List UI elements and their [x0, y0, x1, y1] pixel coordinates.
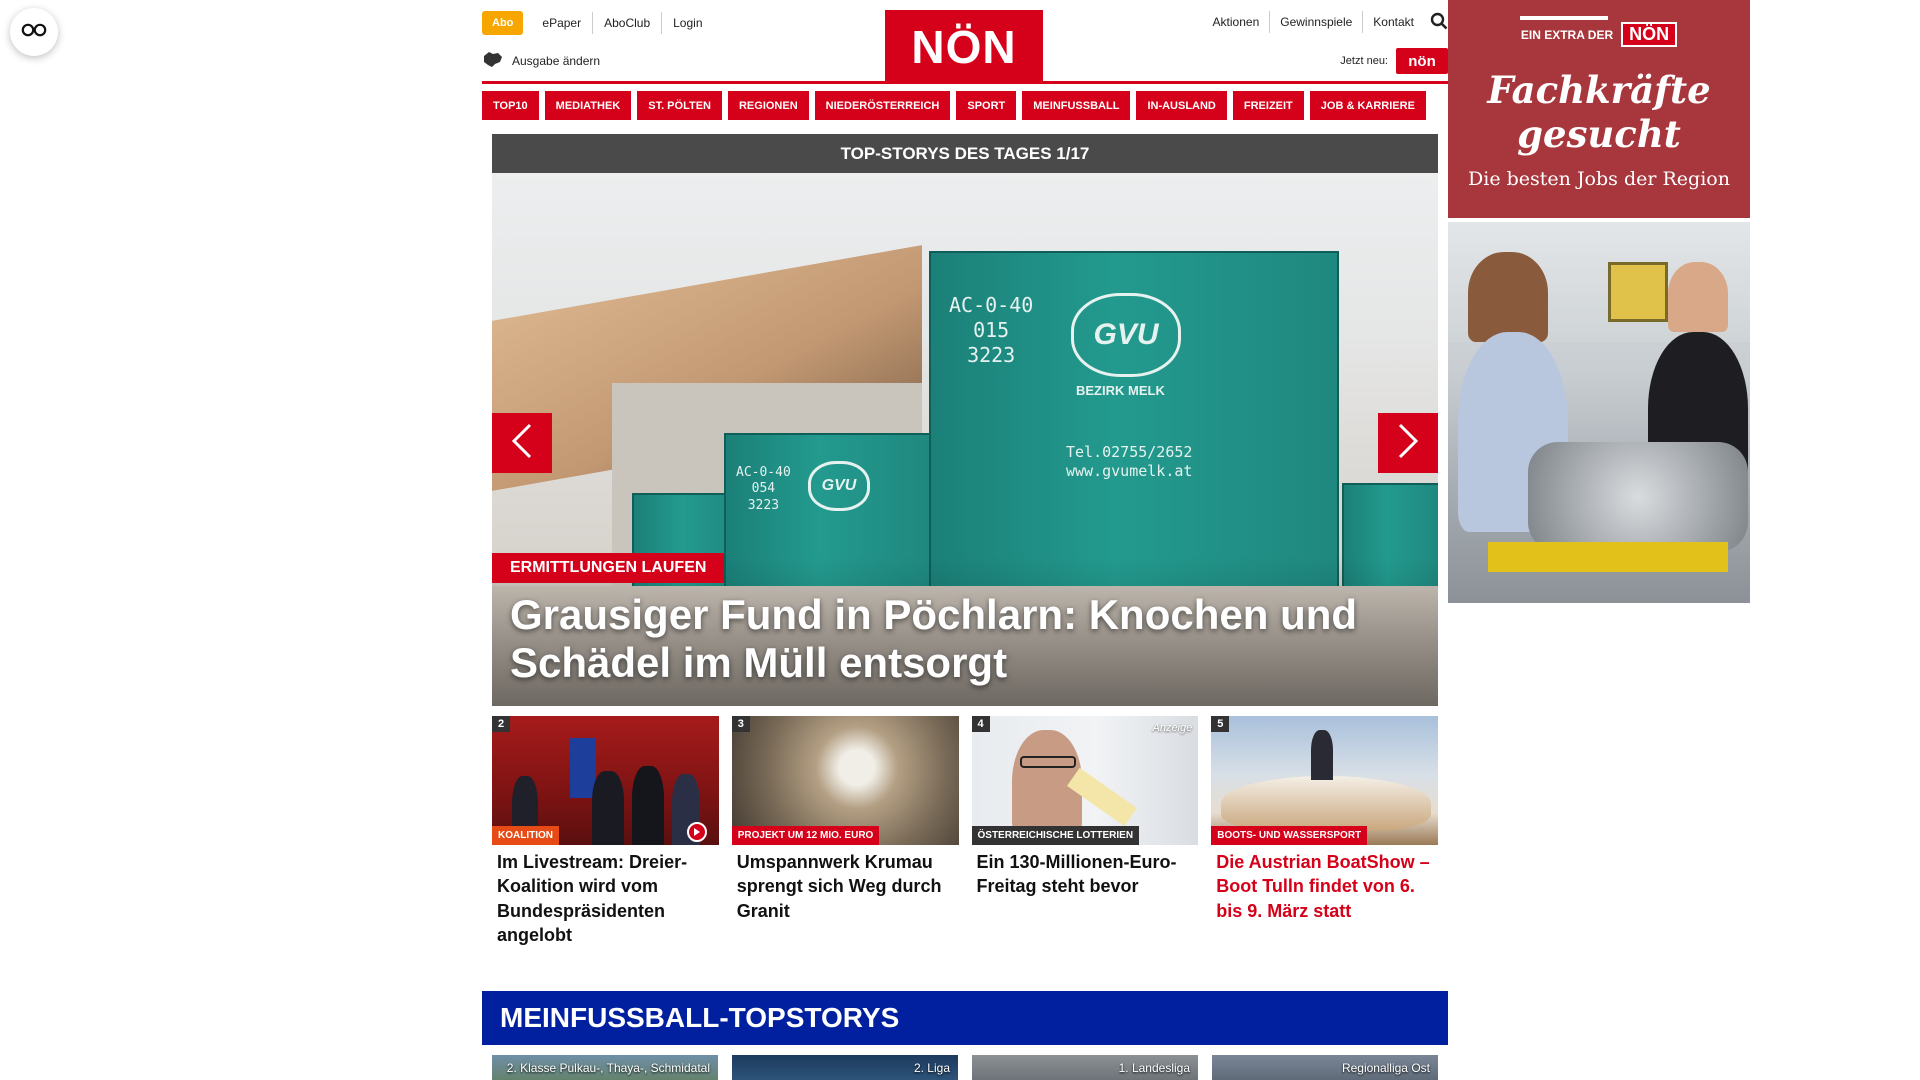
teaser-title[interactable]: Ein 130-Millionen-Euro-Freitag steht bev… [972, 845, 1199, 899]
aktionen-link[interactable]: Aktionen [1203, 11, 1271, 33]
teaser-image[interactable]: 2 KOALITION [492, 716, 719, 845]
person-silhouette [592, 771, 624, 845]
chevron-left-icon [511, 423, 533, 464]
teaser-card[interactable]: 3 PROJEKT UM 12 MIO. EURO Umspannwerk Kr… [731, 716, 959, 947]
boat-shape [1221, 776, 1432, 831]
chevron-right-icon [1397, 423, 1419, 464]
map-icon [482, 50, 504, 71]
teaser-image[interactable]: 3 PROJEKT UM 12 MIO. EURO [731, 716, 959, 845]
nav-st-poelten[interactable]: ST. PÖLTEN [637, 91, 722, 120]
hero-container-mid-logo: GVU [808, 461, 870, 511]
job-advertisement[interactable]: EIN EXTRA DER NÖN Fachkräfte gesucht Die… [1448, 0, 1750, 603]
teaser-number: 5 [1211, 716, 1230, 732]
hero-kicker[interactable]: ERMITTLUNGEN LAUFEN [492, 553, 725, 583]
hero-container-logo: GVU [1071, 293, 1181, 377]
meinfussball-item[interactable]: Regionalliga Ost [1212, 1055, 1438, 1080]
meinfussball-league: 2. Klasse Pulkau-, Thaya-, Schmidatal [506, 1061, 710, 1076]
teaser-tag: BOOTS- UND WASSERSPORT [1211, 826, 1368, 845]
slider-prev-button[interactable] [492, 413, 552, 473]
ad-label: Anzeige [1152, 722, 1193, 734]
slider-heading: TOP-STORYS DES TAGES 1/17 [492, 134, 1438, 173]
teaser-image[interactable]: 4 Anzeige ÖSTERREICHISCHE LOTTERIEN [971, 716, 1199, 845]
teaser-image[interactable]: 5 BOOTS- UND WASSERSPORT [1211, 716, 1438, 845]
nav-top10[interactable]: TOP10 [482, 91, 539, 120]
glasses-shape [1019, 756, 1076, 768]
play-icon[interactable] [686, 822, 707, 842]
nav-mediathek[interactable]: MEDIATHEK [544, 91, 632, 120]
meinfussball-league: 2. Liga [913, 1061, 950, 1076]
slider-next-button[interactable] [1378, 413, 1438, 473]
person-silhouette [1311, 730, 1334, 780]
site-header: Abo ePaper AboClub Login Ausgabe ändern … [482, 0, 1448, 84]
abo-button[interactable]: Abo [482, 11, 524, 35]
epaper-link[interactable]: ePaper [531, 12, 594, 34]
reader-mode-button[interactable] [10, 8, 58, 56]
hero-container-contact: Tel.02755/2652 www.gvumelk.at [1066, 443, 1193, 480]
jetzt-neu-label: Jetzt neu: [1340, 55, 1388, 67]
teaser-number: 4 [971, 716, 990, 732]
teaser-title[interactable]: Die Austrian BoatShow – Boot Tulln finde… [1211, 845, 1438, 923]
person-silhouette [1668, 262, 1728, 332]
edition-label: Ausgabe ändern [512, 53, 601, 68]
meinfussball-league: 1. Landesliga [1118, 1061, 1190, 1076]
machine-shape [1608, 262, 1668, 322]
teaser-card[interactable]: 4 Anzeige ÖSTERREICHISCHE LOTTERIEN Ein … [971, 716, 1199, 947]
ad-headline: Fachkräfte gesucht [1487, 68, 1711, 157]
aboclub-link[interactable]: AboClub [593, 12, 663, 34]
main-navigation: TOP10 MEDIATHEK ST. PÖLTEN REGIONEN NIED… [482, 91, 1448, 120]
teaser-tag: KOALITION [492, 826, 559, 845]
main-column: Abo ePaper AboClub Login Ausgabe ändern … [482, 0, 1448, 1080]
teaser-tag: ÖSTERREICHISCHE LOTTERIEN [971, 826, 1140, 845]
teaser-cards: 2 KOALITION Im Livestream: Dreier-Koalit… [492, 716, 1438, 947]
right-links: Aktionen Gewinnspiele Kontakt [1203, 11, 1448, 33]
teaser-number: 2 [492, 716, 511, 732]
hero-title[interactable]: Grausiger Fund in Pöchlarn: Knochen und … [510, 591, 1408, 688]
meinfussball-item[interactable]: 2. Liga [732, 1055, 958, 1080]
teaser-tag: PROJEKT UM 12 MIO. EURO [731, 826, 880, 845]
meinfussball-league: Regionalliga Ost [1341, 1061, 1430, 1076]
nav-job-karriere[interactable]: JOB & KARRIERE [1309, 91, 1426, 120]
person-silhouette [1468, 252, 1548, 342]
teaser-number: 3 [731, 716, 750, 732]
teaser-title[interactable]: Umspannwerk Krumau sprengt sich Weg durc… [732, 845, 959, 923]
nav-in-ausland[interactable]: IN-AUSLAND [1136, 91, 1227, 120]
meinfussball-row: 2. Klasse Pulkau-, Thaya-, Schmidatal 2.… [492, 1055, 1438, 1080]
hero-container-number: AC-0-40 015 3223 [949, 293, 1034, 367]
meinfussball-item[interactable]: 1. Landesliga [972, 1055, 1198, 1080]
teaser-card[interactable]: 2 KOALITION Im Livestream: Dreier-Koalit… [492, 716, 719, 947]
nav-regionen[interactable]: REGIONEN [727, 91, 809, 120]
noen-logo[interactable]: NÖN [885, 10, 1043, 84]
edition-switch[interactable]: Ausgabe ändern [482, 50, 600, 71]
hero-container-district: BEZIRK MELK [1076, 383, 1165, 398]
ad-noen-logo: NÖN [1621, 22, 1678, 47]
teaser-card[interactable]: 5 BOOTS- UND WASSERSPORT Die Austrian Bo… [1211, 716, 1438, 947]
hero-slide[interactable]: AC-0-40 054 3223 GVU AC-0-40 015 3223 GV… [492, 173, 1438, 706]
person-silhouette [632, 766, 664, 845]
kontakt-link[interactable]: Kontakt [1363, 11, 1424, 33]
ad-extra-line: EIN EXTRA DER NÖN [1448, 16, 1750, 47]
jetzt-neu-logo[interactable]: nön [1396, 48, 1448, 74]
jetzt-neu: Jetzt neu: nön [1340, 48, 1448, 74]
nav-freizeit[interactable]: FREIZEIT [1232, 91, 1304, 120]
ad-extra-bar [1520, 16, 1608, 20]
login-link[interactable]: Login [662, 12, 713, 34]
search-icon[interactable] [1424, 12, 1448, 33]
meinfussball-item[interactable]: 2. Klasse Pulkau-, Thaya-, Schmidatal [492, 1055, 718, 1080]
teaser-title[interactable]: Im Livestream: Dreier-Koalition wird vom… [492, 845, 719, 947]
gewinnspiele-link[interactable]: Gewinnspiele [1270, 11, 1364, 33]
hero-container-mid-number: AC-0-40 054 3223 [736, 465, 791, 513]
nav-sport[interactable]: SPORT [956, 91, 1017, 120]
nav-meinfussball[interactable]: MEINFUSSBALL [1022, 91, 1131, 120]
top-links: Abo ePaper AboClub Login [482, 11, 714, 35]
nav-niederoesterreich[interactable]: NIEDERÖSTERREICH [814, 91, 951, 120]
ad-photo[interactable] [1448, 222, 1750, 603]
ad-extra-label: EIN EXTRA DER [1520, 27, 1614, 42]
engine-part [1528, 442, 1748, 552]
engine-part [1488, 542, 1728, 572]
meinfussball-heading[interactable]: MEINFUSSBALL-TOPSTORYS [482, 991, 1448, 1046]
ad-banner[interactable]: EIN EXTRA DER NÖN Fachkräfte gesucht Die… [1448, 0, 1750, 218]
ad-subline: Die besten Jobs der Region [1468, 168, 1730, 190]
glasses-icon [21, 23, 47, 42]
